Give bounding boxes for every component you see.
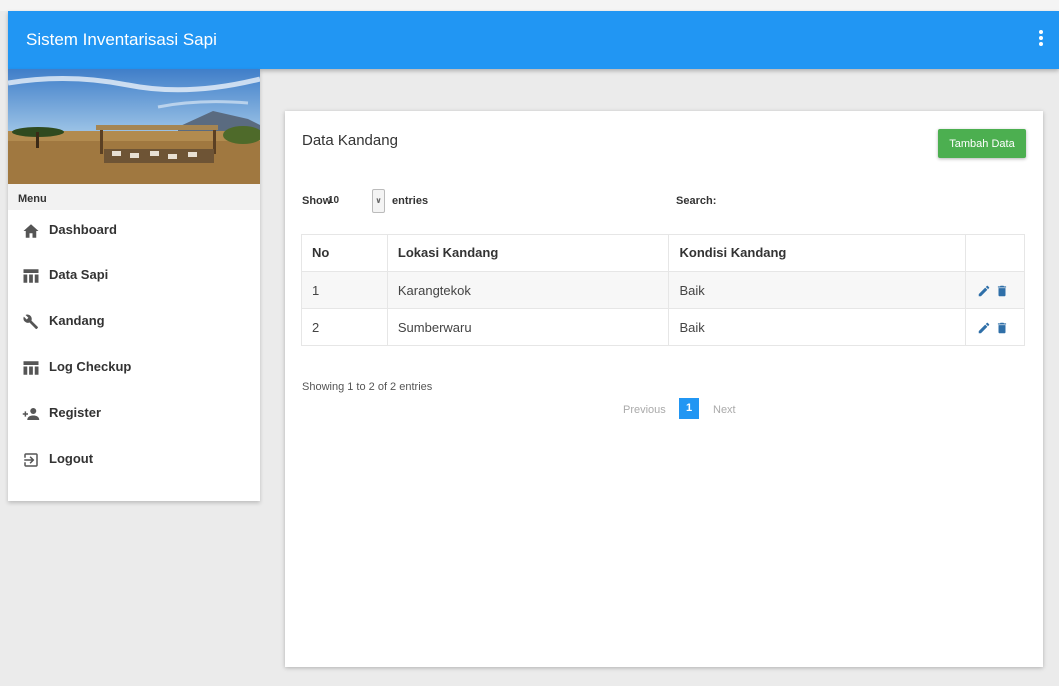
person-add-icon	[22, 408, 40, 420]
cell-kondisi: Baik	[668, 308, 967, 346]
table-icon	[23, 269, 39, 283]
home-icon	[23, 224, 39, 238]
app-bar: Sistem Inventarisasi Sapi	[8, 11, 1059, 69]
entries-length-value: 10	[328, 195, 340, 206]
cell-kondisi: Baik	[668, 271, 967, 309]
sidebar-item-label: Kandang	[49, 313, 105, 328]
wrench-icon	[23, 314, 38, 330]
cell-lokasi: Sumberwaru	[386, 308, 670, 346]
sidebar-item-label: Data Sapi	[49, 267, 109, 282]
menu-header: Menu	[8, 184, 260, 210]
tambah-data-button[interactable]: Tambah Data	[938, 129, 1026, 158]
sidebar-item-log-checkup[interactable]: Log Checkup	[8, 349, 260, 393]
column-header-lokasi-kandang[interactable]: Lokasi Kandang	[386, 234, 670, 272]
column-header-actions	[965, 234, 1025, 272]
data-kandang-card: Data Kandang Tambah Data Show 10 ∨ entri…	[285, 111, 1043, 667]
chevron-down-icon[interactable]: ∨	[372, 189, 385, 213]
kandang-table: No Lokasi Kandang Kondisi Kandang 1 Kara…	[301, 234, 1025, 346]
table-info: Showing 1 to 2 of 2 entries	[302, 381, 433, 393]
search-label: Search:	[676, 195, 717, 207]
table-row: 2 Sumberwaru Baik	[301, 308, 1025, 346]
card-title: Data Kandang	[302, 132, 398, 149]
sidebar-item-label: Dashboard	[49, 222, 117, 237]
cell-actions	[965, 308, 1025, 346]
exit-icon	[24, 453, 38, 467]
sidebar: Menu Dashboard Data Sapi Kandang Log Che…	[8, 69, 260, 501]
cell-lokasi: Karangtekok	[386, 271, 670, 309]
cell-no: 1	[301, 271, 388, 309]
cell-actions	[965, 271, 1025, 309]
more-vertical-icon[interactable]	[1037, 29, 1045, 51]
sidebar-banner-image	[8, 69, 260, 184]
sidebar-item-dashboard[interactable]: Dashboard	[8, 212, 260, 256]
edit-pencil-icon[interactable]	[977, 321, 991, 335]
table-icon	[23, 361, 39, 375]
top-strip	[0, 0, 1059, 11]
table-header-row: No Lokasi Kandang Kondisi Kandang	[301, 234, 1025, 272]
app-title: Sistem Inventarisasi Sapi	[26, 30, 217, 49]
sidebar-item-kandang[interactable]: Kandang	[8, 303, 260, 347]
column-header-kondisi-kandang[interactable]: Kondisi Kandang	[668, 234, 967, 272]
sidebar-item-data-sapi[interactable]: Data Sapi	[8, 257, 260, 301]
delete-trash-icon[interactable]	[995, 284, 1009, 298]
edit-pencil-icon[interactable]	[977, 284, 991, 298]
sidebar-item-logout[interactable]: Logout	[8, 441, 260, 485]
entries-label: entries	[392, 195, 429, 207]
sidebar-item-register[interactable]: Register	[8, 395, 260, 439]
sidebar-item-label: Log Checkup	[49, 359, 132, 374]
cell-no: 2	[301, 308, 388, 346]
sidebar-item-label: Logout	[49, 451, 94, 466]
pagination-previous[interactable]: Previous	[623, 404, 666, 416]
sidebar-item-label: Register	[49, 405, 102, 420]
pagination-page-1[interactable]: 1	[679, 398, 699, 419]
pagination-next[interactable]: Next	[713, 404, 736, 416]
delete-trash-icon[interactable]	[995, 321, 1009, 335]
column-header-no[interactable]: No	[301, 234, 388, 272]
search-input[interactable]	[721, 187, 871, 211]
table-row: 1 Karangtekok Baik	[301, 271, 1025, 309]
entries-length-select[interactable]: 10 ∨	[320, 189, 388, 213]
